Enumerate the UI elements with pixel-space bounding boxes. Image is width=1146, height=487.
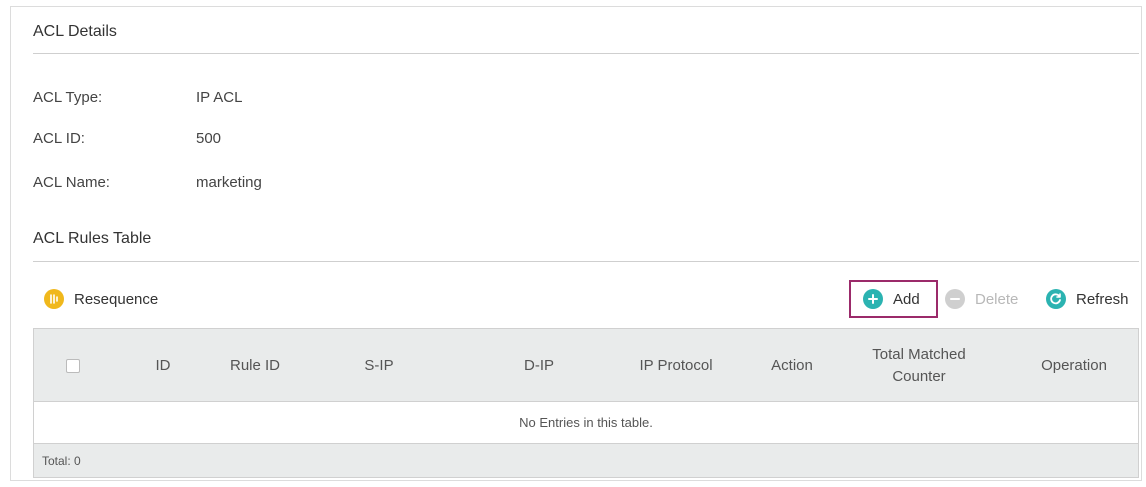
column-header-action: Action — [771, 356, 813, 374]
empty-table-message: No Entries in this table. — [34, 402, 1138, 444]
column-header-ip-protocol: IP Protocol — [639, 356, 713, 374]
column-header-id: ID — [155, 356, 171, 374]
table-header: ID Rule ID S-IP D-IP IP Protocol Action … — [34, 329, 1138, 402]
add-button[interactable]: Add — [863, 289, 920, 309]
resequence-icon — [44, 289, 64, 309]
acl-id-value: 500 — [196, 130, 222, 147]
resequence-label: Resequence — [74, 290, 159, 308]
select-all-checkbox[interactable] — [54, 329, 92, 402]
acl-type-value: IP ACL — [196, 89, 243, 106]
acl-details-panel: ACL Details ACL Type: IP ACL ACL ID: 500… — [10, 6, 1142, 481]
refresh-button[interactable]: Refresh — [1046, 289, 1129, 309]
table-total: Total: 0 — [34, 444, 1138, 477]
column-header-operation: Operation — [1041, 356, 1107, 374]
refresh-label: Refresh — [1076, 290, 1129, 308]
column-header-rule-id: Rule ID — [229, 356, 281, 374]
divider — [33, 261, 1139, 262]
delete-label: Delete — [975, 290, 1019, 308]
column-header-s-ip: S-IP — [364, 356, 394, 374]
delete-button[interactable]: Delete — [945, 289, 1018, 309]
acl-type-label: ACL Type: — [33, 89, 103, 106]
column-header-total-matched-counter: Total Matched Counter — [872, 345, 966, 385]
plus-circle-icon — [863, 289, 883, 309]
acl-rules-table-title: ACL Rules Table — [33, 230, 152, 247]
acl-name-value: marketing — [196, 174, 262, 191]
column-header-d-ip: D-IP — [524, 356, 554, 374]
resequence-button[interactable]: Resequence — [44, 289, 158, 309]
acl-details-title: ACL Details — [33, 23, 117, 40]
acl-rules-table: ID Rule ID S-IP D-IP IP Protocol Action … — [33, 328, 1139, 478]
minus-circle-icon — [945, 289, 965, 309]
checkbox-box — [66, 358, 80, 373]
acl-id-label: ACL ID: — [33, 130, 85, 147]
divider — [33, 53, 1139, 54]
refresh-icon — [1046, 289, 1066, 309]
add-label: Add — [893, 290, 920, 308]
acl-name-label: ACL Name: — [33, 174, 110, 191]
